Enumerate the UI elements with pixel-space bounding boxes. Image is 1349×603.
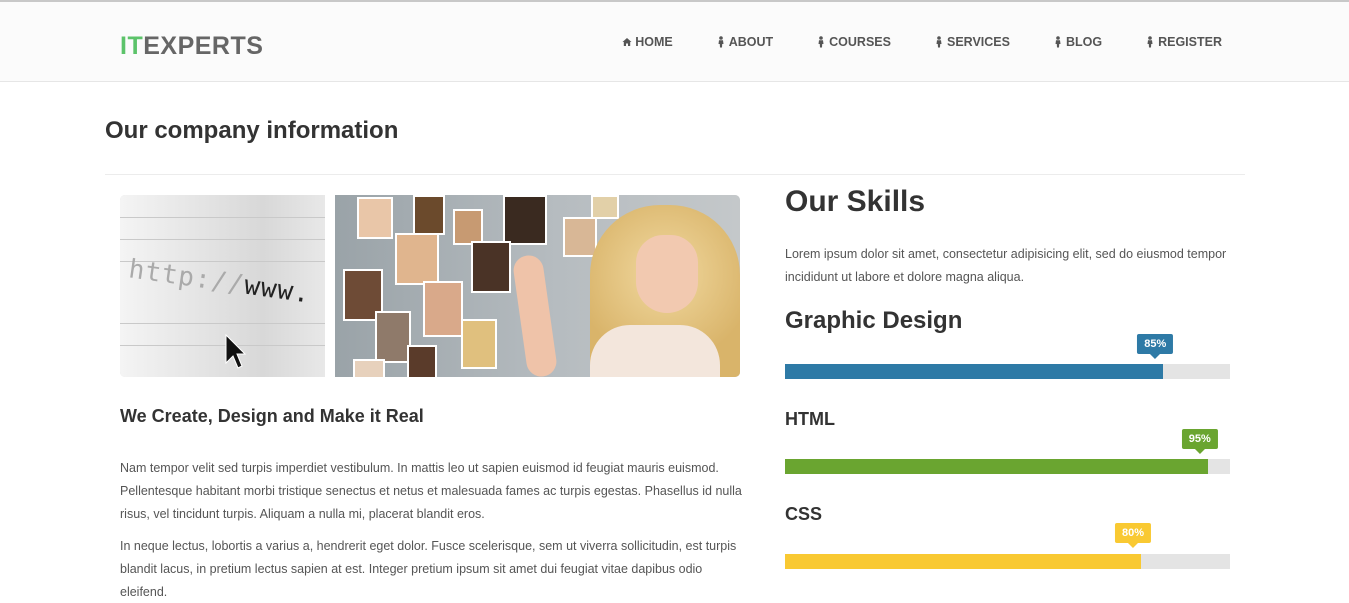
skill-name-html: HTML [785, 409, 835, 429]
nav-register[interactable]: REGISTER [1145, 35, 1222, 49]
skill-badge-css: 80% [1114, 523, 1151, 548]
skill-name-css: CSS [785, 504, 823, 524]
skill-bar-fill-html [785, 459, 1208, 474]
nav-services[interactable]: SERVICES [934, 35, 1010, 49]
nav-courses[interactable]: COURSES [816, 35, 891, 49]
nav-label-register: REGISTER [1158, 35, 1222, 49]
person-icon [1147, 36, 1153, 48]
skill-badge-html: 95% [1181, 429, 1218, 454]
about-paragraph-2: In neque lectus, lobortis a varius a, he… [120, 539, 737, 599]
title-divider [105, 174, 1245, 175]
logo-prefix: IT [120, 32, 144, 60]
about-heading: We Create, Design and Make it Real [120, 406, 424, 426]
site-header: ITEXPERTS HOME ABOUT COURSES SERVICES BL… [0, 2, 1349, 82]
skill-badge-graphic-design: 85% [1137, 334, 1174, 359]
nav-label-courses: COURSES [829, 35, 891, 49]
main-nav: HOME ABOUT COURSES SERVICES BLOG REGISTE… [579, 35, 1222, 49]
skill-bar-fill-css [785, 554, 1141, 569]
skills-title: Our Skills [785, 185, 926, 218]
skill-bar-fill-graphic-design [785, 364, 1164, 379]
person-icon [818, 36, 824, 48]
person-icon [1055, 36, 1061, 48]
people-network-image [335, 195, 740, 377]
skill-bar-graphic-design [785, 364, 1230, 379]
about-paragraph-1: Nam tempor velit sed turpis imperdiet ve… [120, 461, 742, 521]
site-logo[interactable]: ITEXPERTS [120, 32, 263, 61]
cursor-icon [225, 333, 246, 369]
nav-home[interactable]: HOME [622, 35, 673, 49]
page-title: Our company information [105, 117, 399, 144]
home-icon [622, 38, 632, 46]
browser-url-image: http://www. [120, 195, 325, 377]
nav-label-services: SERVICES [946, 35, 1010, 49]
nav-about[interactable]: ABOUT [716, 35, 773, 49]
nav-label-home: HOME [635, 35, 673, 49]
skill-bar-css [785, 554, 1230, 569]
logo-rest: EXPERTS [143, 32, 264, 60]
nav-label-blog: BLOG [1065, 35, 1103, 49]
skill-name-graphic-design: Graphic Design [785, 307, 963, 334]
person-icon [718, 36, 724, 48]
hero-image: http://www. [120, 195, 740, 377]
nav-blog[interactable]: BLOG [1053, 35, 1102, 49]
nav-label-about: ABOUT [728, 35, 774, 49]
person-icon [936, 36, 942, 48]
skills-intro: Lorem ipsum dolor sit amet, consectetur … [785, 247, 1227, 284]
url-text: http://www. [126, 254, 313, 310]
skill-bar-html [785, 459, 1230, 474]
